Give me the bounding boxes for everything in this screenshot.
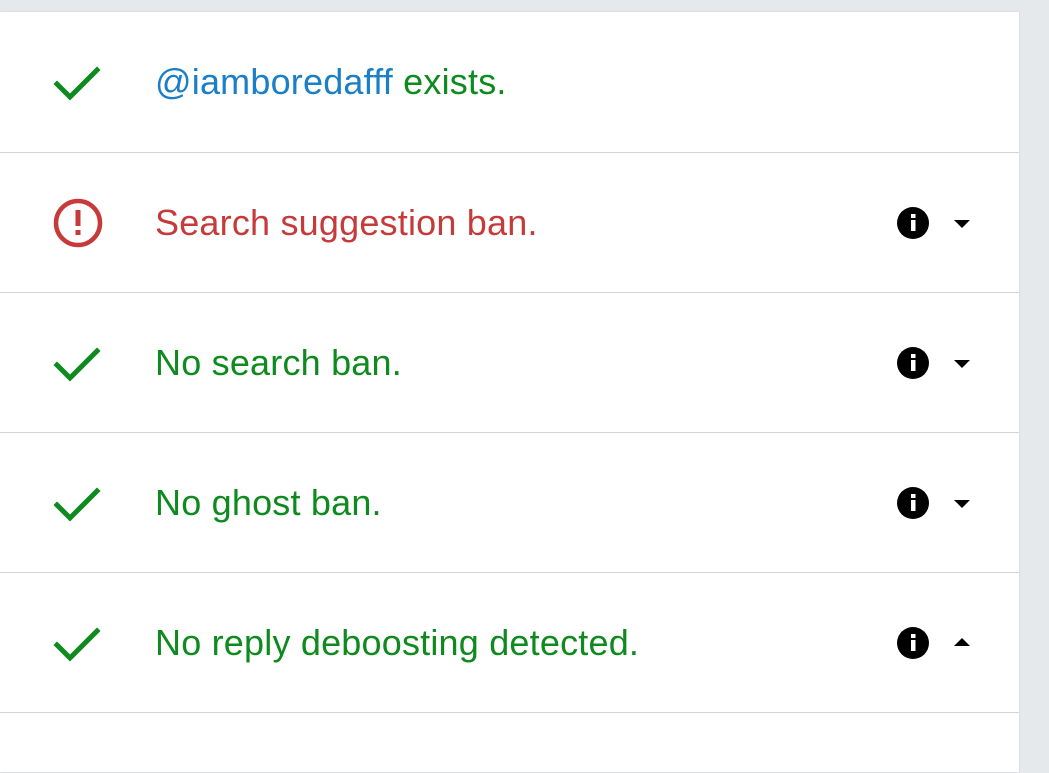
info-icon[interactable] [896, 486, 930, 520]
result-label: Search suggestion ban. [155, 202, 538, 243]
result-label: No reply deboosting detected. [155, 622, 640, 663]
check-icon [53, 487, 101, 522]
result-label: No ghost ban. [155, 482, 382, 523]
account-handle-link[interactable]: @iamboredafff [155, 61, 393, 102]
result-row-reply-deboosting[interactable]: No reply deboosting detected. [0, 573, 1019, 713]
chevron-down-icon[interactable] [946, 351, 978, 375]
results-card: @iamboredafff exists. Search suggestion … [0, 12, 1019, 772]
check-icon [53, 627, 101, 662]
info-icon[interactable] [896, 626, 930, 660]
chevron-down-icon[interactable] [946, 211, 978, 235]
result-row-exists: @iamboredafff exists. [0, 12, 1019, 153]
result-row-search-ban[interactable]: No search ban. [0, 293, 1019, 433]
result-row-ghost-ban[interactable]: No ghost ban. [0, 433, 1019, 573]
result-label: No search ban. [155, 342, 402, 383]
chevron-down-icon[interactable] [946, 491, 978, 515]
check-icon [53, 66, 101, 101]
result-row-search-suggestion-ban[interactable]: Search suggestion ban. [0, 153, 1019, 293]
check-icon [53, 347, 101, 382]
info-icon[interactable] [896, 346, 930, 380]
info-icon[interactable] [896, 206, 930, 240]
result-text: @iamboredafff exists. [155, 56, 507, 108]
expanded-details-area [0, 713, 1019, 773]
alert-circle-icon [53, 198, 103, 248]
chevron-up-icon[interactable] [946, 631, 978, 655]
result-label: exists. [392, 61, 507, 102]
